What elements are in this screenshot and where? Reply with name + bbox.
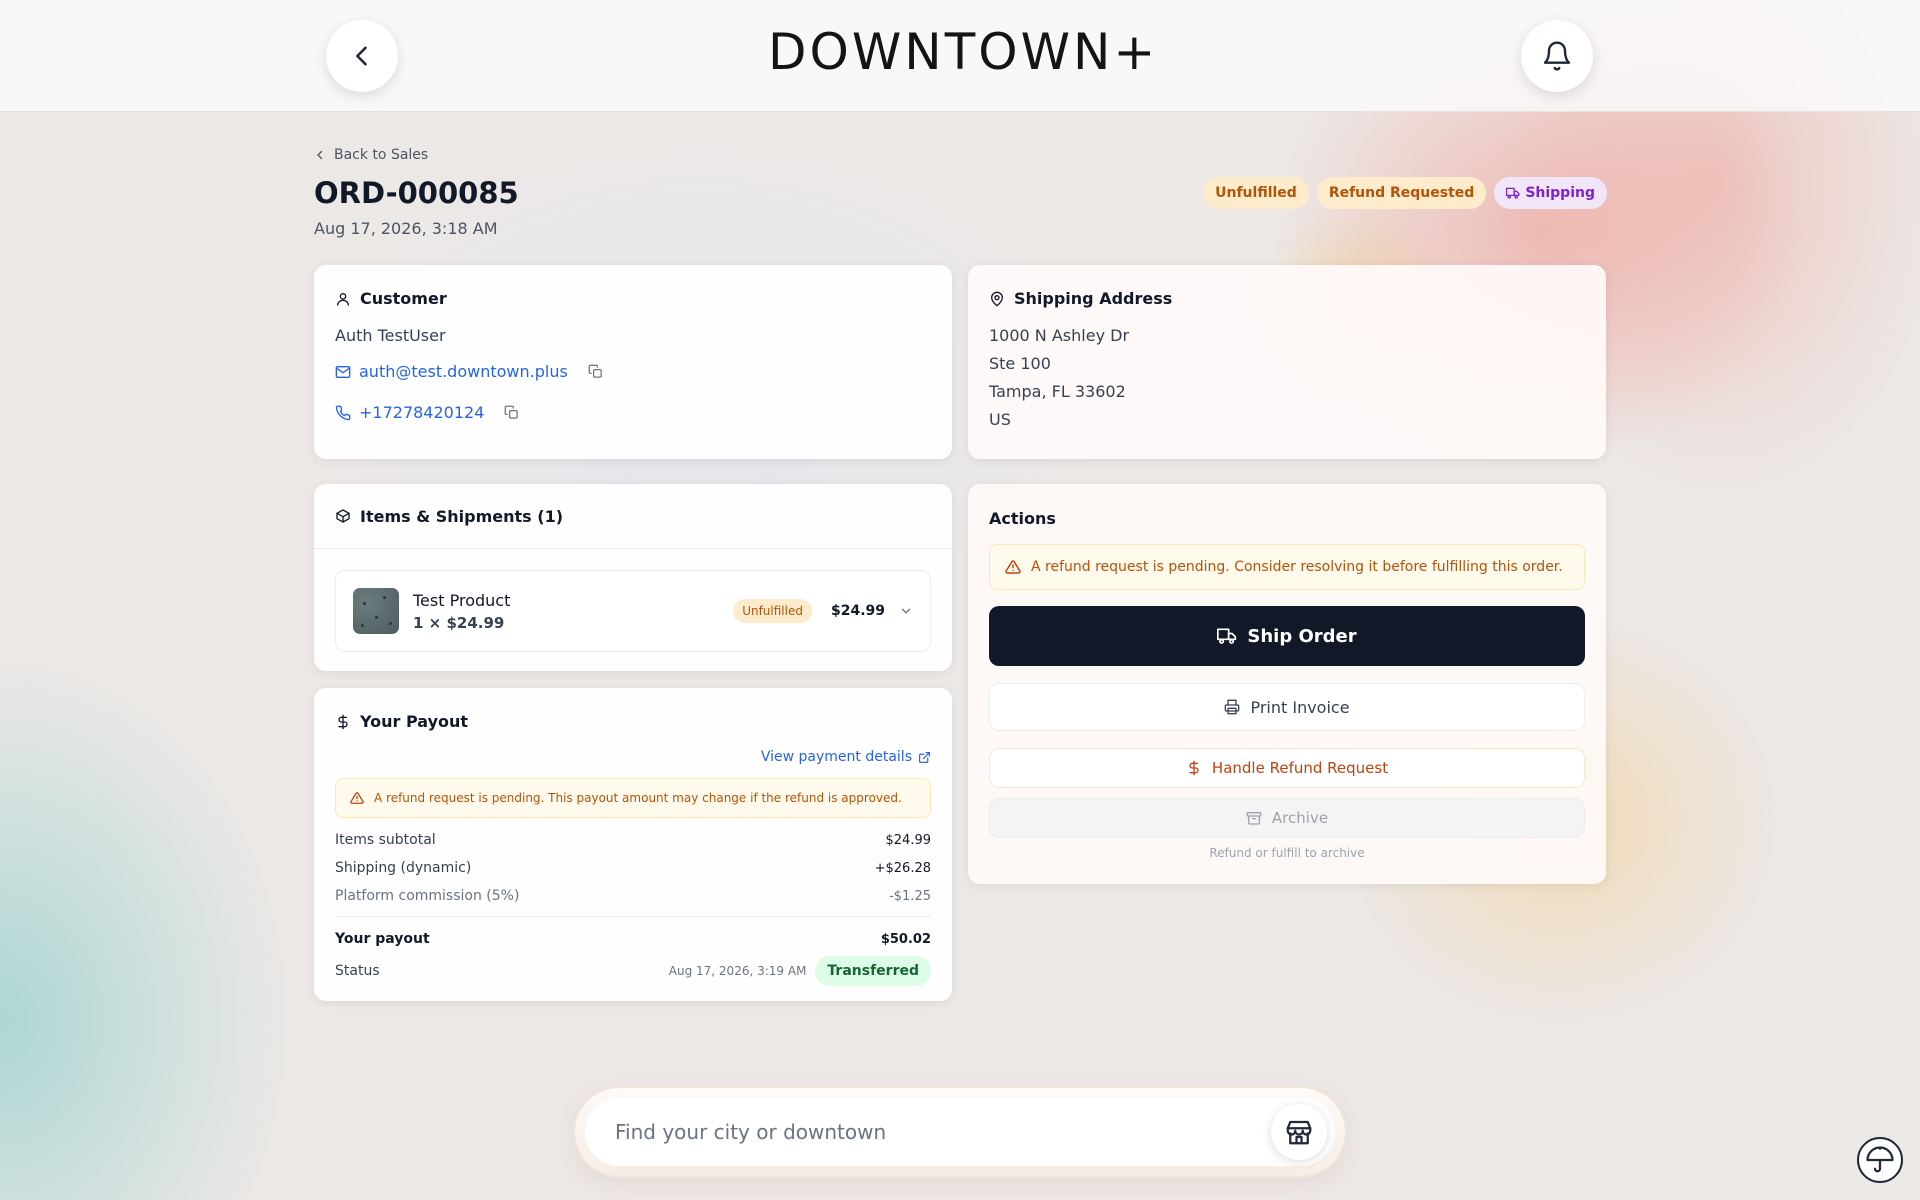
shipping-card-title: Shipping Address	[989, 289, 1585, 308]
warning-icon	[350, 792, 364, 804]
copy-email-button[interactable]	[588, 364, 603, 379]
product-qty-price: 1 × $24.99	[413, 613, 505, 632]
item-status-badge: Unfulfilled	[733, 599, 812, 623]
notifications-button[interactable]	[1521, 20, 1593, 92]
items-card-title: Items & Shipments (1)	[360, 506, 564, 526]
status-badge-unfulfilled: Unfulfilled	[1203, 177, 1309, 209]
back-button[interactable]	[326, 20, 398, 92]
actions-warning: A refund request is pending. Consider re…	[989, 544, 1585, 590]
chevron-left-icon	[356, 46, 367, 66]
payout-card: Your Payout View payment details A refun…	[314, 688, 952, 1001]
archive-note: Refund or fulfill to archive	[1209, 846, 1365, 860]
back-to-sales-link[interactable]: Back to Sales	[314, 145, 428, 165]
customer-card: Customer Auth TestUser auth@test.downtow…	[314, 265, 952, 459]
top-bar: DOWNTOWN+	[0, 0, 1920, 112]
store-button[interactable]	[1271, 1104, 1327, 1160]
user-icon	[337, 292, 349, 306]
chevron-left-icon	[317, 150, 323, 160]
map-pin-icon	[991, 291, 1003, 306]
order-date: Aug 17, 2026, 3:18 AM	[314, 219, 498, 238]
customer-email-link[interactable]: auth@test.downtown.plus	[359, 362, 568, 381]
umbrella-help-button[interactable]	[1857, 1137, 1903, 1183]
view-payment-details-link[interactable]: View payment details	[761, 749, 931, 765]
customer-email-row: auth@test.downtown.plus	[335, 362, 931, 381]
city-search-input[interactable]	[615, 1098, 1235, 1166]
truck-icon	[1217, 628, 1237, 644]
print-invoice-button[interactable]: Print Invoice	[989, 683, 1585, 731]
address-line-2: Ste 100	[989, 354, 1051, 373]
package-icon	[336, 509, 350, 523]
back-to-sales-label: Back to Sales	[334, 147, 429, 163]
copy-icon	[505, 405, 519, 419]
payout-card-title: Your Payout	[335, 712, 931, 731]
umbrella-icon	[1866, 1146, 1894, 1173]
actions-card: Actions A refund request is pending. Con…	[968, 484, 1606, 884]
archive-button[interactable]: Archive	[989, 798, 1585, 838]
customer-card-title: Customer	[335, 289, 931, 308]
dollar-icon	[338, 714, 348, 729]
status-badge-refund-requested: Refund Requested	[1316, 177, 1487, 209]
shipping-address-card: Shipping Address 1000 N Ashley Dr Ste 10…	[968, 265, 1606, 459]
product-thumbnail	[353, 588, 399, 634]
chevron-down-icon	[901, 608, 911, 614]
item-row[interactable]: Test Product 1 × $24.99 Unfulfilled $24.…	[335, 570, 931, 652]
order-status-badges: Unfulfilled Refund Requested Shipping	[1203, 177, 1607, 209]
payout-total-row: Your payout $50.02	[335, 931, 931, 947]
customer-phone-link[interactable]: +17278420124	[359, 403, 484, 422]
payout-row-commission: Platform commission (5%) -$1.25	[335, 888, 931, 904]
phone-icon	[335, 405, 351, 420]
external-link-icon	[919, 751, 930, 763]
actions-card-title: Actions	[989, 509, 1056, 528]
address-city-line: Tampa, FL 33602	[989, 382, 1126, 401]
payout-row-subtotal: Items subtotal $24.99	[335, 832, 931, 848]
copy-phone-button[interactable]	[504, 405, 519, 420]
truck-icon	[1506, 187, 1520, 199]
archive-icon	[1246, 812, 1262, 825]
dollar-icon	[1189, 760, 1199, 776]
payout-status-row: Status Aug 17, 2026, 3:19 AM Transferred	[335, 955, 931, 987]
mail-icon	[335, 365, 351, 378]
expand-item-button[interactable]	[899, 604, 913, 618]
payout-breakdown: Items subtotal $24.99 Shipping (dynamic) +…	[335, 826, 931, 987]
payout-status-date: Aug 17, 2026, 3:19 AM	[668, 964, 807, 978]
status-badge-shipping: Shipping	[1494, 177, 1607, 209]
handle-refund-button[interactable]: Handle Refund Request	[989, 748, 1585, 788]
product-name: Test Product	[413, 590, 511, 610]
page-title: ORD-000085	[314, 176, 519, 210]
printer-icon	[1225, 699, 1240, 715]
payout-row-shipping: Shipping (dynamic) +$26.28	[335, 860, 931, 876]
customer-name: Auth TestUser	[335, 326, 446, 345]
customer-phone-row: +17278420124	[335, 403, 931, 422]
bell-icon	[1543, 41, 1571, 71]
items-card-header: Items & Shipments (1)	[314, 484, 952, 549]
city-search-bar	[575, 1088, 1345, 1176]
payout-status-badge: Transferred	[815, 956, 931, 986]
copy-icon	[588, 364, 602, 378]
address-line-1: 1000 N Ashley Dr	[989, 326, 1130, 345]
address-country: US	[989, 410, 1011, 429]
payout-warning: A refund request is pending. This payout…	[335, 778, 931, 818]
ship-order-button[interactable]: Ship Order	[989, 606, 1585, 666]
warning-icon	[1005, 560, 1021, 574]
brand-logo[interactable]: DOWNTOWN+	[768, 24, 1155, 80]
store-icon	[1286, 1120, 1312, 1145]
item-total: $24.99	[830, 603, 885, 619]
items-shipments-card: Items & Shipments (1) Test Product 1 × $…	[314, 484, 952, 671]
